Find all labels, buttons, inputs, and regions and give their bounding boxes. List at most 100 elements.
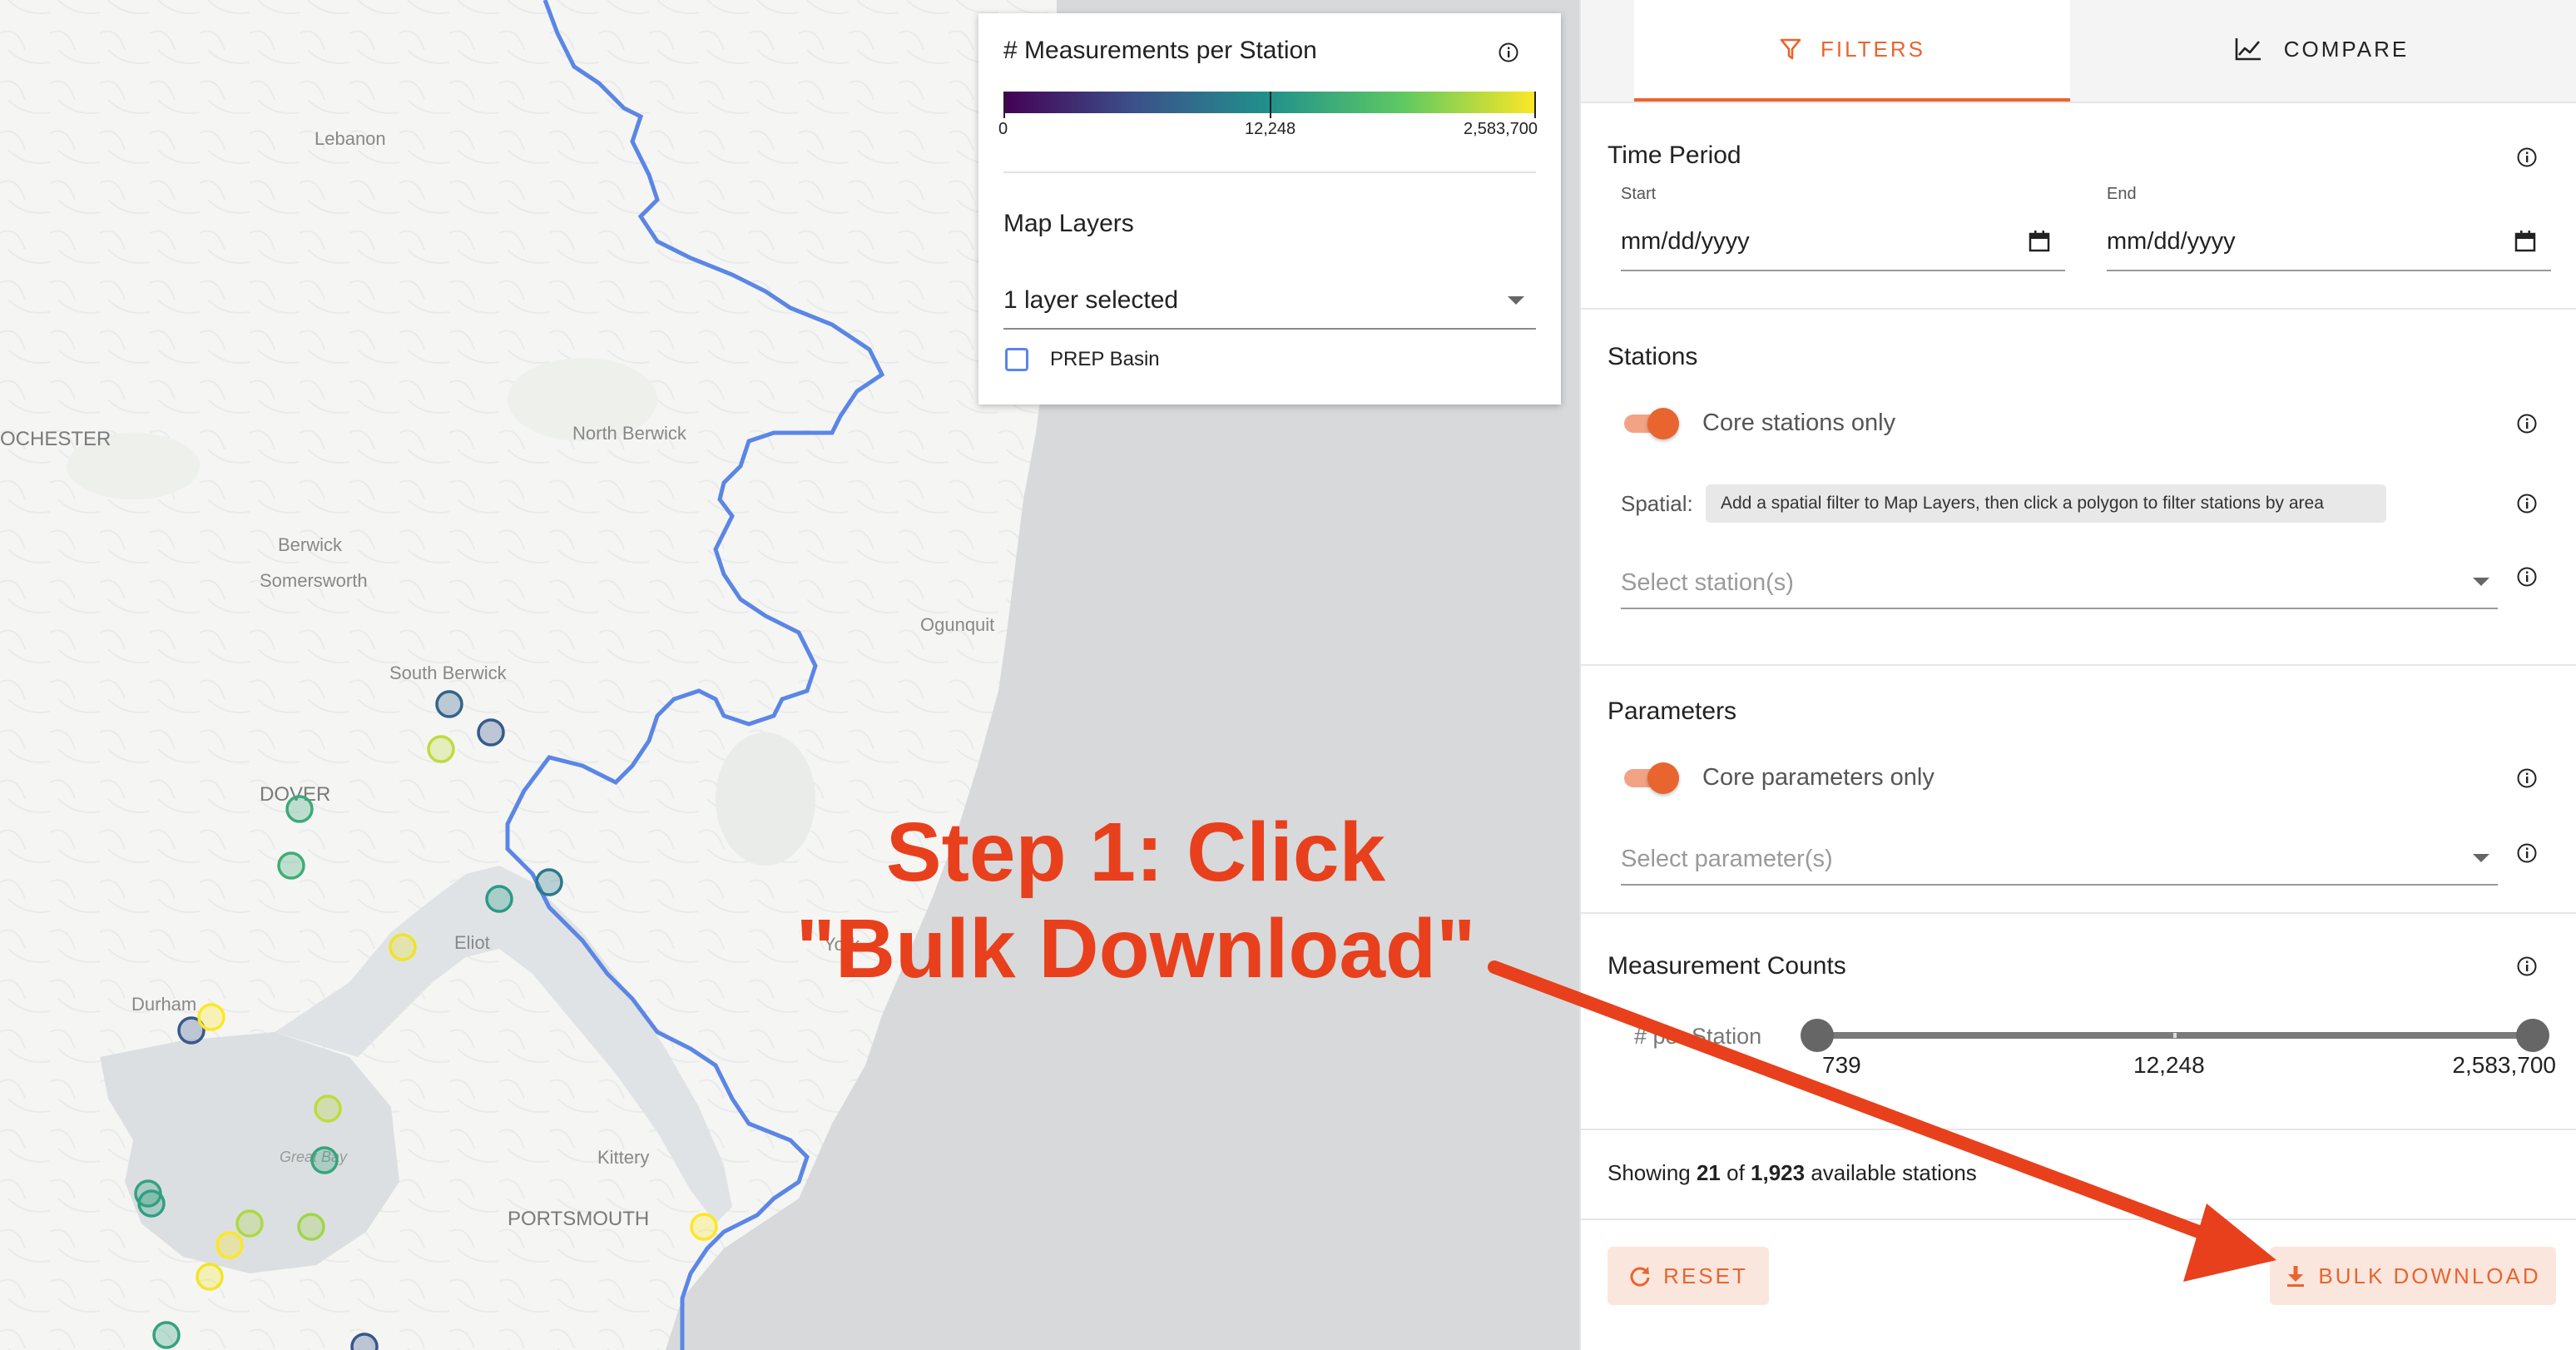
- info-icon[interactable]: [2516, 842, 2538, 864]
- bulk-download-label: BULK DOWNLOAD: [2318, 1263, 2541, 1288]
- parameter-select-placeholder: Select parameter(s): [1621, 846, 1833, 872]
- start-date-label: Start: [1621, 185, 1657, 203]
- station-marker[interactable]: [197, 1003, 225, 1031]
- legend-tick-min: [1003, 92, 1005, 118]
- station-marker[interactable]: [137, 1189, 166, 1218]
- info-icon[interactable]: [2516, 955, 2538, 977]
- calendar-icon[interactable]: [2514, 230, 2536, 253]
- info-icon[interactable]: [2516, 146, 2538, 168]
- station-select[interactable]: Select station(s): [1621, 556, 2498, 609]
- divider: [1581, 308, 2576, 310]
- station-marker[interactable]: [196, 1263, 224, 1291]
- station-marker[interactable]: [485, 885, 513, 913]
- measurement-counts-title: Measurement Counts: [1608, 952, 1846, 980]
- spatial-hint-chip: Add a spatial filter to Map Layers, then…: [1706, 484, 2386, 523]
- core-parameters-label: Core parameters only: [1702, 764, 1934, 791]
- place-label-north-berwick: North Berwick: [572, 423, 687, 444]
- divider: [1581, 102, 2576, 103]
- chevron-down-icon: [2473, 854, 2489, 862]
- per-station-label: # per Station: [1634, 1024, 1762, 1049]
- slider-max-value: 2,583,700: [2452, 1052, 2556, 1078]
- start-date-input[interactable]: mm/dd/yyyy: [1621, 210, 2065, 271]
- place-label-portsmouth: PORTSMOUTH: [508, 1208, 649, 1230]
- summary-suffix: available stations: [1805, 1160, 1977, 1185]
- count-range-slider[interactable]: [1801, 1015, 2549, 1054]
- place-label-south-berwick: South Berwick: [389, 663, 508, 683]
- slider-max-handle[interactable]: [2516, 1019, 2549, 1052]
- results-summary: Showing 21 of 1,923 available stations: [1608, 1160, 1977, 1186]
- tab-compare-label: COMPARE: [2283, 36, 2410, 62]
- slider-min-value: 739: [1822, 1052, 1861, 1078]
- station-marker[interactable]: [535, 868, 563, 896]
- station-marker[interactable]: [310, 1146, 339, 1174]
- slider-mid-mark: [2173, 1033, 2177, 1038]
- place-label-kittery: Kittery: [597, 1147, 649, 1168]
- map-view[interactable]: Lebanon OCHESTER North Berwick Berwick S…: [0, 0, 1579, 1350]
- summary-prefix: Showing: [1608, 1160, 1697, 1185]
- checkbox[interactable]: [1005, 348, 1028, 371]
- station-marker[interactable]: [389, 933, 417, 961]
- station-marker[interactable]: [235, 1209, 264, 1238]
- station-marker[interactable]: [215, 1231, 244, 1259]
- divider: [1581, 664, 2576, 666]
- place-label-lebanon: Lebanon: [315, 128, 386, 149]
- place-label-eliot: Eliot: [454, 932, 490, 953]
- layer-option-label: PREP Basin: [1050, 348, 1160, 370]
- station-marker[interactable]: [690, 1213, 718, 1241]
- legend-tick-max: [1534, 92, 1536, 118]
- divider: [1581, 1218, 2576, 1220]
- reset-button[interactable]: RESET: [1608, 1247, 1769, 1305]
- station-marker[interactable]: [297, 1213, 325, 1241]
- bulk-download-button[interactable]: BULK DOWNLOAD: [2270, 1247, 2556, 1305]
- core-stations-label: Core stations only: [1702, 409, 1896, 436]
- core-stations-toggle[interactable]: [1621, 405, 1682, 441]
- info-icon[interactable]: [2516, 767, 2538, 789]
- spatial-hint-text: Add a spatial filter to Map Layers, then…: [1721, 494, 2324, 513]
- legend-max-label: 2,583,700: [1464, 120, 1538, 138]
- end-date-label: End: [2107, 185, 2137, 203]
- station-marker[interactable]: [285, 795, 314, 823]
- station-marker[interactable]: [152, 1321, 181, 1349]
- info-icon[interactable]: [2516, 493, 2538, 514]
- start-date-value: mm/dd/yyyy: [1621, 228, 1750, 255]
- station-marker[interactable]: [350, 1333, 379, 1350]
- place-label-ogunquit: Ogunquit: [920, 614, 994, 635]
- divider: [1581, 1129, 2576, 1130]
- parameter-select[interactable]: Select parameter(s): [1621, 832, 2498, 886]
- station-marker[interactable]: [435, 690, 463, 718]
- station-marker[interactable]: [277, 851, 305, 880]
- filter-panel: FILTERS COMPARE Time Period Start mm/dd/…: [1579, 0, 2576, 1350]
- end-date-value: mm/dd/yyyy: [2107, 228, 2236, 255]
- slider-min-handle[interactable]: [1801, 1019, 1834, 1052]
- info-icon[interactable]: [2516, 566, 2538, 588]
- layer-option-prep-basin[interactable]: PREP Basin: [1003, 346, 1336, 380]
- chevron-down-icon: [2473, 578, 2489, 586]
- calendar-icon[interactable]: [2029, 230, 2050, 253]
- place-label-durham: Durham: [131, 994, 196, 1015]
- tab-filters-label: FILTERS: [1821, 36, 1925, 62]
- station-marker[interactable]: [314, 1094, 342, 1123]
- refresh-icon: [1630, 1267, 1650, 1287]
- map-legend-card: # Measurements per Station 0 12,248 2,58…: [978, 13, 1561, 405]
- stations-title: Stations: [1608, 343, 1698, 370]
- station-select-placeholder: Select station(s): [1621, 569, 1794, 596]
- map-layers-value: 1 layer selected: [1003, 286, 1179, 314]
- slider-mid-value: 12,248: [2133, 1052, 2205, 1078]
- tab-compare[interactable]: COMPARE: [2070, 0, 2573, 98]
- summary-shown-count: 21: [1696, 1160, 1721, 1185]
- info-icon[interactable]: [2516, 413, 2538, 434]
- info-icon[interactable]: [1498, 42, 1519, 63]
- summary-total-count: 1,923: [1751, 1160, 1806, 1185]
- map-layers-select[interactable]: 1 layer selected: [1003, 273, 1536, 330]
- annotation-line-2: "Bulk Download": [795, 902, 1476, 995]
- core-parameters-toggle[interactable]: [1621, 759, 1682, 796]
- station-marker[interactable]: [477, 718, 505, 747]
- end-date-input[interactable]: mm/dd/yyyy: [2107, 210, 2551, 271]
- download-icon: [2287, 1266, 2305, 1287]
- divider: [1581, 912, 2576, 914]
- place-label-somersworth: Somersworth: [260, 570, 368, 591]
- tab-filters[interactable]: FILTERS: [1634, 0, 2070, 102]
- annotation-text: Step 1: Click "Bulk Download": [749, 804, 1523, 997]
- legend-min-label: 0: [998, 120, 1008, 138]
- station-marker[interactable]: [427, 735, 455, 763]
